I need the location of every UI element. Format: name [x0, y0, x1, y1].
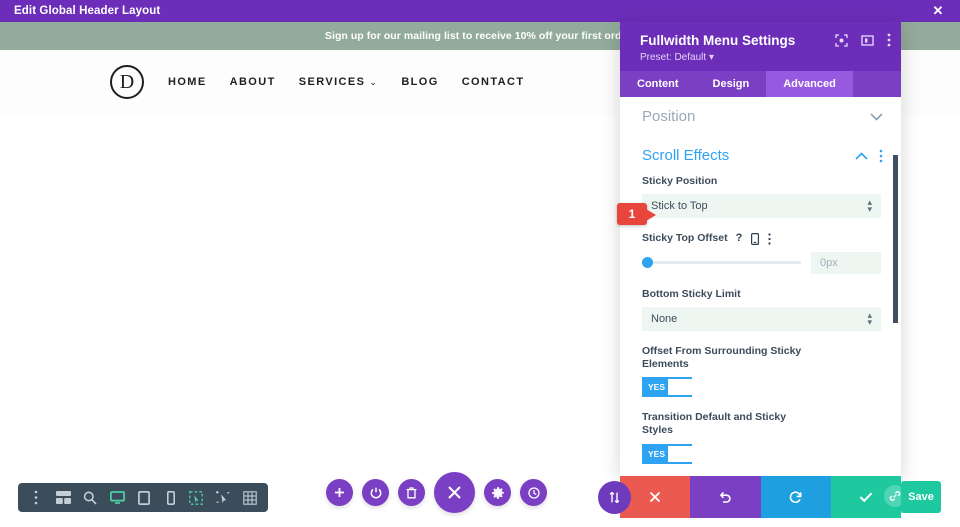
field-bottom-sticky-limit: Bottom Sticky Limit None ▴ ▾ [642, 288, 881, 331]
spinner-icon: ▴ ▾ [867, 196, 872, 215]
nav-link-services[interactable]: SERVICES ⌄ [299, 76, 379, 88]
logo-letter: D [119, 70, 135, 93]
caret-down-icon: ▾ [708, 52, 714, 63]
preset-label: Preset: Default [640, 52, 707, 63]
expand-icon[interactable] [835, 33, 848, 47]
desktop-icon[interactable] [104, 484, 130, 511]
modal-body: Position Scroll Effects Sticky Position … [620, 97, 901, 476]
field-sticky-position: Sticky Position Stick to Top ▴ ▾ [642, 175, 881, 219]
section-scroll-effects-label: Scroll Effects [642, 147, 730, 164]
tab-design[interactable]: Design [696, 71, 767, 97]
tablet-icon[interactable] [131, 484, 157, 511]
section-position-controls [870, 112, 883, 121]
window-titlebar: Edit Global Header Layout ✕ [0, 0, 960, 22]
more-vertical-icon[interactable] [768, 233, 771, 245]
trash-icon[interactable] [398, 479, 425, 506]
field-sticky-top-offset: Sticky Top Offset ? 0px [642, 232, 881, 274]
offset-surrounding-label: Offset From Surrounding Sticky Elements [642, 345, 802, 371]
slider-knob[interactable] [642, 257, 653, 269]
sticky-position-value: Stick to Top [651, 200, 708, 213]
sticky-top-offset-row: 0px [642, 251, 881, 274]
section-position-label: Position [642, 108, 696, 125]
callout-badge-1: 1 [617, 203, 656, 225]
scroll-effects-fields: Sticky Position Stick to Top ▴ ▾ Sticky T… [620, 175, 901, 464]
offset-surrounding-toggle[interactable]: YES [642, 377, 692, 398]
nav-link-label: HOME [168, 76, 207, 88]
sticky-top-offset-text: Sticky Top Offset [642, 232, 728, 245]
more-vertical-icon[interactable] [879, 149, 883, 163]
app-root: Edit Global Header Layout ✕ Sign up for … [0, 0, 960, 527]
editor-fab-row [326, 472, 547, 513]
bottom-sticky-limit-select[interactable]: None ▴ ▾ [642, 307, 881, 331]
sort-icon[interactable] [598, 481, 631, 514]
click-icon[interactable] [210, 484, 236, 511]
chevron-down-icon: ⌄ [369, 76, 379, 87]
spinner-icon: ▴ ▾ [867, 309, 872, 327]
nav-link-blog[interactable]: BLOG [401, 76, 438, 88]
toggle-value: YES [648, 382, 666, 393]
tab-advanced[interactable]: Advanced [766, 71, 853, 97]
sticky-top-offset-label: Sticky Top Offset ? [642, 232, 881, 246]
field-offset-surrounding: Offset From Surrounding Sticky Elements … [642, 345, 881, 398]
history-icon[interactable] [520, 479, 547, 506]
modal-header: Fullwidth Menu Settings Preset: Default … [620, 22, 901, 71]
sticky-top-offset-slider[interactable] [642, 257, 801, 269]
gear-icon[interactable] [484, 479, 511, 506]
transition-styles-label: Transition Default and Sticky Styles [642, 411, 787, 437]
toggle-knob [668, 379, 692, 396]
help-icon[interactable]: ? [736, 232, 743, 246]
transition-styles-toggle[interactable]: YES [642, 443, 692, 464]
chevron-up-icon[interactable] [855, 151, 868, 160]
nav-link-label: CONTACT [461, 76, 525, 88]
site-logo[interactable]: D [110, 65, 144, 99]
bottom-sticky-limit-value: None [651, 313, 678, 325]
modal-header-icons [835, 33, 891, 47]
responsive-mobile-icon[interactable] [751, 233, 760, 245]
nav-link-label: SERVICES [298, 76, 366, 88]
nav-link-about[interactable]: ABOUT [230, 76, 276, 88]
grid-icon[interactable] [237, 484, 263, 511]
view-toolbar [18, 483, 189, 512]
wireframe-icon[interactable] [50, 484, 76, 511]
sticky-position-select[interactable]: Stick to Top ▴ ▾ [642, 194, 881, 219]
redo-button[interactable] [760, 476, 831, 518]
edit-mode-toolbar [178, 483, 268, 512]
sticky-top-offset-input[interactable]: 0px [811, 251, 881, 274]
module-settings-modal: Fullwidth Menu Settings Preset: Default … [620, 22, 901, 476]
split-view-icon[interactable] [861, 34, 874, 47]
modal-scrollbar[interactable] [893, 155, 898, 323]
power-icon[interactable] [362, 479, 389, 506]
select-icon[interactable] [183, 484, 209, 511]
modal-tabs: Content Design Advanced [620, 71, 901, 97]
section-scroll-effects[interactable]: Scroll Effects [620, 136, 901, 175]
add-icon[interactable] [326, 479, 353, 506]
zoom-icon[interactable] [77, 484, 103, 511]
nav-link-label: BLOG [401, 76, 439, 88]
bottom-sticky-limit-label: Bottom Sticky Limit [642, 287, 741, 300]
nav-link-contact[interactable]: CONTACT [462, 76, 525, 88]
save-button[interactable]: Save [901, 481, 941, 513]
nav-link-label: ABOUT [229, 76, 276, 88]
sticky-top-offset-icons: ? [736, 232, 772, 246]
more-vertical-icon[interactable] [23, 484, 49, 511]
more-vertical-icon[interactable] [887, 33, 891, 47]
tab-content[interactable]: Content [620, 71, 696, 97]
close-icon[interactable]: ✕ [916, 0, 960, 22]
window-title: Edit Global Header Layout [14, 5, 161, 17]
chevron-down-icon[interactable] [870, 112, 883, 121]
modal-action-bar [620, 476, 901, 518]
close-icon[interactable] [434, 472, 475, 513]
preset-selector[interactable]: Preset: Default ▾ [640, 52, 887, 63]
section-scroll-effects-controls [855, 149, 883, 163]
toggle-value: YES [648, 448, 666, 459]
toggle-knob [668, 445, 692, 462]
section-position[interactable]: Position [620, 97, 901, 136]
promo-banner-text: Sign up for our mailing list to receive … [324, 30, 636, 42]
nav-link-home[interactable]: HOME [168, 76, 207, 88]
field-transition-styles: Transition Default and Sticky Styles YES [642, 411, 881, 464]
undo-button[interactable] [690, 476, 761, 518]
nav-link-list: HOME ABOUT SERVICES ⌄ BLOG CONTACT [168, 76, 524, 88]
sticky-position-label: Sticky Position [642, 175, 718, 187]
